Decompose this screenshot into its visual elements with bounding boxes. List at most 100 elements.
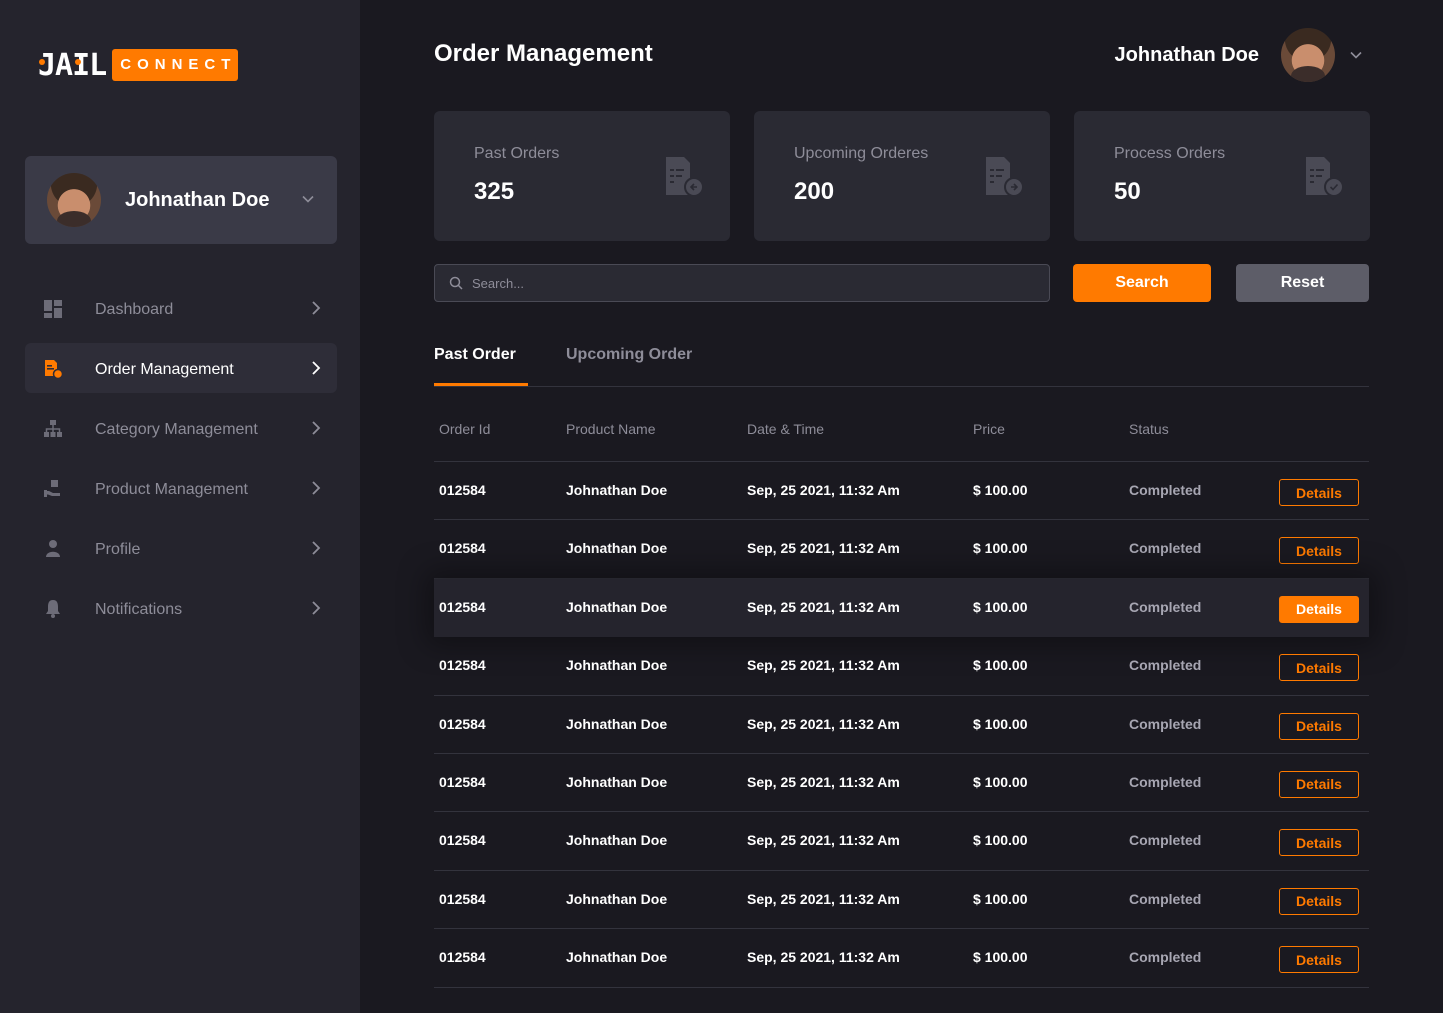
document-check-icon [1306,157,1344,197]
stat-value: 200 [794,178,835,205]
active-tab-indicator [434,383,528,386]
sidebar-item-category-management[interactable]: Category Management [25,403,337,453]
chevron-right-icon [312,361,321,375]
logo-connect-badge: CONNECT [112,49,239,81]
price-cell: $ 100.00 [973,832,1028,849]
app-logo[interactable]: JAIL CONNECT [38,47,239,83]
details-button[interactable]: Details [1279,654,1359,682]
order-id-cell: 012584 [439,715,486,732]
status-cell: Completed [1129,540,1202,557]
price-cell: $ 100.00 [973,482,1028,498]
status-cell: Completed [1129,657,1202,674]
avatar [1281,28,1335,82]
order-tabs: Past Order Upcoming Order [434,330,1369,387]
details-button[interactable]: Details [1279,712,1359,740]
chevron-down-icon[interactable] [301,192,315,206]
user-icon [46,540,60,557]
order-id-cell: 012584 [439,773,486,790]
table-row: 012584 Johnathan Doe Sep, 25 2021, 11:32 A… [434,929,1369,988]
stat-card-process-orders: Process Orders 50 [1074,111,1370,241]
sidebar-item-dashboard[interactable]: Dashboard [25,283,337,333]
product-name-cell: Johnathan Doe [566,773,668,790]
date-time-cell: Sep, 25 2021, 11:32 Am [747,598,900,615]
chevron-down-icon[interactable] [1349,48,1363,62]
column-header-status: Status [1129,421,1169,437]
product-name-cell: Johnathan Doe [566,598,668,615]
table-row: 012584 Johnathan Doe Sep, 25 2021, 11:32 A… [434,871,1369,930]
price-cell: $ 100.00 [973,949,1028,966]
details-button[interactable]: Details [1279,946,1359,974]
details-button[interactable]: Details [1279,537,1359,565]
sidebar-item-label: Category Management [95,421,258,438]
status-cell: Completed [1129,598,1202,615]
sidebar-item-order-management[interactable]: Order Management [25,343,337,393]
details-button[interactable]: Details [1279,595,1359,623]
document-back-icon [666,157,704,197]
stat-label: Upcoming Orderes [794,145,929,162]
header-user-name: Johnathan Doe [1114,43,1259,66]
table-row: 012584 Johnathan Doe Sep, 25 2021, 11:32 A… [434,754,1369,813]
status-cell: Completed [1129,482,1202,498]
chevron-right-icon [312,541,321,555]
logo-jail-text: JAIL [38,47,107,83]
tab-upcoming-order[interactable]: Upcoming Order [566,346,692,364]
order-id-cell: 012584 [439,890,486,907]
chevron-right-icon [312,481,321,495]
search-input[interactable] [472,275,1012,291]
stat-card-past-orders: Past Orders 325 [434,111,730,241]
category-icon [44,420,62,437]
avatar [47,173,101,227]
column-header-price: Price [973,421,1005,437]
sidebar-profile-card[interactable]: Johnathan Doe [25,156,337,244]
status-cell: Completed [1129,832,1202,849]
page-title: Order Management [434,40,653,67]
details-button[interactable]: Details [1279,770,1359,798]
sidebar-item-label: Order Management [95,361,234,378]
table-row: 012584 Johnathan Doe Sep, 25 2021, 11:32 A… [434,462,1369,521]
details-button[interactable]: Details [1279,479,1359,506]
sidebar-item-label: Notifications [95,601,183,618]
product-name-cell: Johnathan Doe [566,657,668,674]
date-time-cell: Sep, 25 2021, 11:32 Am [747,773,900,790]
details-button[interactable]: Details [1279,887,1359,915]
product-name-cell: Johnathan Doe [566,540,668,557]
order-id-cell: 012584 [439,949,486,966]
sidebar-item-label: Profile [95,541,141,558]
product-name-cell: Johnathan Doe [566,715,668,732]
tab-past-order[interactable]: Past Order [434,346,516,364]
status-cell: Completed [1129,890,1202,907]
table-row: 012584 Johnathan Doe Sep, 25 2021, 11:32 A… [434,812,1369,871]
order-id-cell: 012584 [439,657,486,674]
sidebar-user-name: Johnathan Doe [125,188,270,211]
product-name-cell: Johnathan Doe [566,949,668,966]
sidebar-item-product-management[interactable]: Product Management [25,463,337,513]
column-header-order-id: Order Id [439,421,491,437]
search-field[interactable] [434,264,1050,302]
date-time-cell: Sep, 25 2021, 11:32 Am [747,482,900,498]
reset-button[interactable]: Reset [1236,264,1369,302]
product-name-cell: Johnathan Doe [566,890,668,907]
stat-card-upcoming-orders: Upcoming Orderes 200 [754,111,1050,241]
table-row: 012584 Johnathan Doe Sep, 25 2021, 11:32 A… [434,637,1369,696]
search-icon [449,276,463,290]
stat-label: Past Orders [474,145,560,162]
product-name-cell: Johnathan Doe [566,832,668,849]
status-cell: Completed [1129,715,1202,732]
status-cell: Completed [1129,773,1202,790]
date-time-cell: Sep, 25 2021, 11:32 Am [747,832,900,849]
order-id-cell: 012584 [439,540,486,557]
orders-table: Order Id Product Name Date & Time Price … [434,400,1369,988]
price-cell: $ 100.00 [973,773,1028,790]
chevron-right-icon [312,421,321,435]
table-header: Order Id Product Name Date & Time Price … [434,400,1369,462]
sidebar-nav: Dashboard Order Management Category Mana… [25,283,337,643]
header-user-menu[interactable]: Johnathan Doe [1115,28,1363,82]
search-button[interactable]: Search [1073,264,1211,302]
price-cell: $ 100.00 [973,890,1028,907]
sidebar-item-notifications[interactable]: Notifications [25,583,337,633]
sidebar-item-profile[interactable]: Profile [25,523,337,573]
price-cell: $ 100.00 [973,598,1028,615]
chevron-right-icon [312,301,321,315]
details-button[interactable]: Details [1279,829,1359,857]
bell-icon [46,600,60,618]
